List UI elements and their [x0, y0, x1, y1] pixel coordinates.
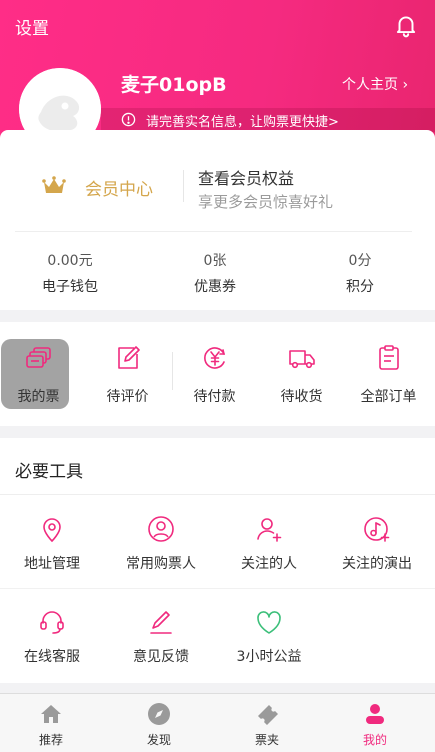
tool-label: 地址管理 [24, 556, 80, 572]
order-label: 待收货 [280, 389, 323, 405]
wallet-stat[interactable]: 0.00元 电子钱包 [10, 250, 130, 296]
clipboard-icon [379, 345, 399, 370]
order-label: 待评价 [106, 389, 149, 405]
points-value: 0分 [348, 253, 372, 269]
leaf-heart-icon [257, 611, 281, 634]
tab-ticket-wallet[interactable]: 票夹 [213, 694, 321, 752]
user-circle-icon [148, 516, 174, 542]
tool-label: 3小时公益 [236, 649, 302, 665]
tool-label: 关注的人 [241, 556, 297, 572]
tools-card: 必要工具 地址管理 常用购票人 关注的人 关注的演出 在线客服 意见反馈 3小时… [0, 438, 435, 683]
music-note-add-icon [364, 517, 390, 542]
wallet-label: 电子钱包 [42, 279, 98, 295]
tab-recommend[interactable]: 推荐 [0, 694, 105, 752]
tools-title: 必要工具 [15, 462, 83, 482]
verify-banner[interactable]: 请完善实名信息，让购票更快捷> [101, 108, 435, 132]
divider [0, 494, 435, 495]
orders-card: 我的票 待评价 待付款 待收货 全部订单 [0, 322, 435, 426]
info-icon [121, 112, 136, 127]
member-center-button[interactable]: 会员中心 [85, 175, 153, 200]
settings-link[interactable]: 设置 [15, 14, 49, 39]
crown-icon [42, 176, 66, 193]
profile-icon [366, 704, 384, 724]
tool-label: 常用购票人 [126, 556, 196, 572]
order-my-tickets[interactable]: 我的票 [0, 322, 82, 426]
order-all[interactable]: 全部订单 [345, 322, 432, 426]
edit-icon [118, 346, 140, 369]
compass-icon [148, 703, 170, 725]
coupon-value: 0张 [203, 253, 227, 269]
order-to-pay[interactable]: 待付款 [171, 322, 258, 426]
tab-label: 我的 [362, 733, 387, 747]
member-card: 会员中心 查看会员权益 享更多会员惊喜好礼 0.00元 电子钱包 0张 优惠券 … [0, 130, 435, 310]
points-stat[interactable]: 0分 积分 [300, 250, 420, 296]
pen-icon [150, 611, 172, 634]
location-pin-icon [43, 518, 61, 543]
member-benefits-subtitle: 享更多会员惊喜好礼 [198, 193, 334, 211]
ticket-icon [258, 705, 278, 725]
truck-icon [289, 350, 315, 369]
verify-banner-text: 请完善实名信息，让购票更快捷> [146, 115, 339, 130]
ticket-stack-icon [26, 347, 51, 368]
username: 麦子01opB [121, 74, 227, 96]
homepage-link[interactable]: 个人主页 › [342, 74, 408, 94]
order-to-receive[interactable]: 待收货 [258, 322, 345, 426]
tab-mine[interactable]: 我的 [321, 694, 429, 752]
wallet-value: 0.00元 [47, 253, 93, 269]
divider [15, 231, 412, 232]
tool-label: 关注的演出 [342, 556, 412, 572]
tool-label: 在线客服 [24, 649, 80, 665]
bottom-tab-bar: 推荐 发现 票夹 我的 [0, 693, 435, 752]
tab-label: 票夹 [254, 733, 279, 747]
tab-discover[interactable]: 发现 [105, 694, 213, 752]
tab-label: 发现 [146, 733, 171, 747]
order-label: 全部订单 [360, 389, 417, 405]
yen-icon [204, 347, 226, 369]
coupon-stat[interactable]: 0张 优惠券 [155, 250, 275, 296]
member-benefits-link[interactable]: 查看会员权益 [198, 165, 294, 189]
order-to-review[interactable]: 待评价 [84, 322, 171, 426]
order-label: 待付款 [193, 389, 236, 405]
divider [183, 170, 184, 202]
divider [0, 588, 435, 589]
coupon-label: 优惠券 [194, 279, 236, 295]
headset-icon [40, 611, 64, 634]
user-add-icon [257, 518, 282, 542]
bell-icon[interactable] [393, 12, 419, 38]
tool-label: 意见反馈 [133, 649, 189, 665]
order-label: 我的票 [17, 389, 60, 405]
tab-label: 推荐 [38, 733, 63, 747]
points-label: 积分 [346, 279, 374, 295]
home-icon [41, 705, 61, 723]
